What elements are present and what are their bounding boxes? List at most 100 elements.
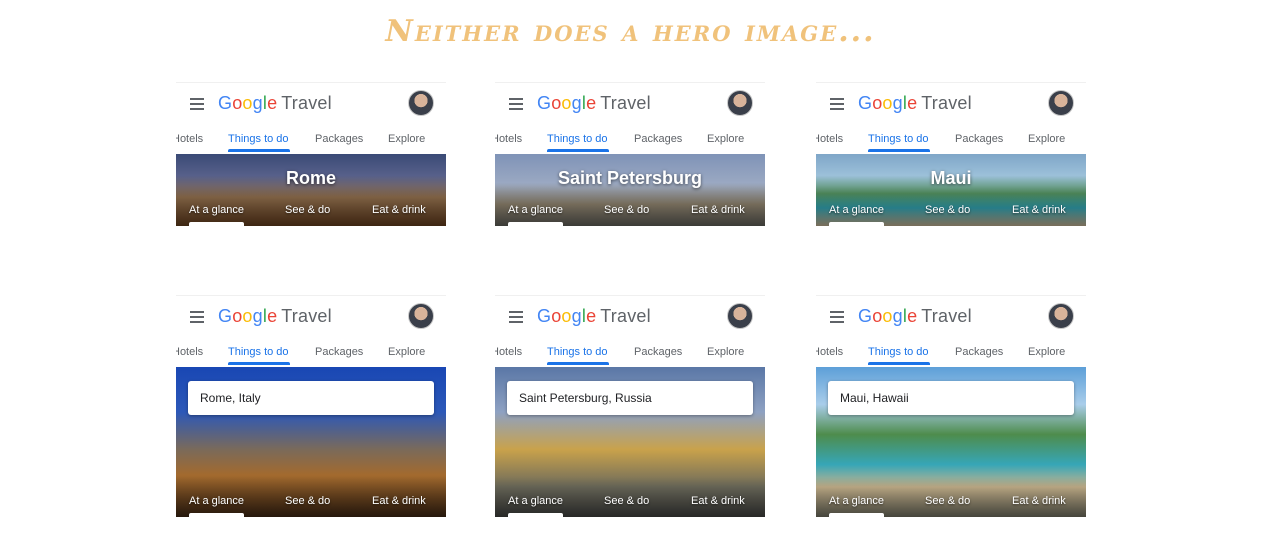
destination-subnav: At a glance See & do Eat & drink xyxy=(495,493,765,517)
tab-things-to-do[interactable]: Things to do xyxy=(228,133,289,145)
tab-packages[interactable]: Packages xyxy=(955,133,1003,145)
slide-headline: Neither does a hero image... xyxy=(385,14,876,49)
google-travel-logo: Google Travel xyxy=(858,306,972,326)
tab-hotels[interactable]: Hotels xyxy=(495,133,522,145)
hero-image: Rome, Italy At a glance See & do Eat & d… xyxy=(176,367,446,517)
tab-things-to-do[interactable]: Things to do xyxy=(868,133,929,145)
user-avatar[interactable] xyxy=(1048,303,1074,329)
tab-explore[interactable]: Explore xyxy=(707,133,744,145)
destination-title: Rome xyxy=(285,168,336,188)
active-tab-indicator xyxy=(547,149,609,152)
tab-bar: Hotels Things to do Packages Explore xyxy=(176,130,446,154)
destination-search-input[interactable]: Maui, Hawaii xyxy=(828,381,1074,415)
hamburger-menu-icon[interactable] xyxy=(830,98,844,110)
subnav-at-a-glance[interactable]: At a glance xyxy=(189,204,244,216)
hero-image: Maui At a glance See & do Eat & drink xyxy=(816,154,1086,226)
tab-things-to-do[interactable]: Things to do xyxy=(547,346,608,358)
subnav-active-indicator xyxy=(829,513,884,517)
google-travel-logo: Google Travel xyxy=(537,306,651,326)
subnav-at-a-glance[interactable]: At a glance xyxy=(508,204,563,216)
travel-card-rome-title: GoogleTravel Hotels Things to do Package… xyxy=(176,82,446,250)
user-avatar[interactable] xyxy=(1048,90,1074,116)
hamburger-menu-icon[interactable] xyxy=(190,311,204,323)
tab-packages[interactable]: Packages xyxy=(634,133,682,145)
hamburger-menu-icon[interactable] xyxy=(830,311,844,323)
tab-bar: Hotels Things to do Packages Explore xyxy=(816,343,1086,367)
tab-packages[interactable]: Packages xyxy=(955,346,1003,358)
app-header: Google Travel xyxy=(495,82,765,131)
tab-hotels[interactable]: Hotels xyxy=(816,346,843,358)
active-tab-indicator xyxy=(228,149,290,152)
destination-subnav: At a glance See & do Eat & drink xyxy=(816,493,1086,517)
subnav-at-a-glance[interactable]: At a glance xyxy=(829,204,884,216)
tab-packages[interactable]: Packages xyxy=(315,133,363,145)
subnav-active-indicator xyxy=(189,513,244,517)
tab-explore[interactable]: Explore xyxy=(707,346,744,358)
user-avatar[interactable] xyxy=(408,303,434,329)
destination-subnav: At a glance See & do Eat & drink xyxy=(176,493,446,517)
subnav-at-a-glance[interactable]: At a glance xyxy=(508,495,563,507)
subnav-active-indicator xyxy=(508,513,563,517)
tab-hotels[interactable]: Hotels xyxy=(176,133,203,145)
subnav-eat-and-drink[interactable]: Eat & drink xyxy=(1012,495,1066,507)
app-header: Google Travel xyxy=(176,82,446,131)
google-travel-logo: Google Travel xyxy=(218,93,332,113)
subnav-eat-and-drink[interactable]: Eat & drink xyxy=(1012,204,1066,216)
hamburger-menu-icon[interactable] xyxy=(190,98,204,110)
subnav-see-and-do[interactable]: See & do xyxy=(925,495,970,507)
user-avatar[interactable] xyxy=(727,90,753,116)
subnav-eat-and-drink[interactable]: Eat & drink xyxy=(691,495,745,507)
app-header: Google Travel xyxy=(495,295,765,344)
google-travel-logo: Google Travel xyxy=(537,93,651,113)
tab-bar: Hotels Things to do Packages Explore xyxy=(495,343,765,367)
user-avatar[interactable] xyxy=(408,90,434,116)
travel-card-rome-search: GoogleTravel Hotels Things to do Package… xyxy=(176,295,446,525)
active-tab-indicator xyxy=(868,149,930,152)
google-travel-logo: Google Travel xyxy=(218,306,332,326)
active-tab-indicator xyxy=(228,362,290,365)
tab-explore[interactable]: Explore xyxy=(1028,133,1065,145)
subnav-eat-and-drink[interactable]: Eat & drink xyxy=(372,495,426,507)
subnav-see-and-do[interactable]: See & do xyxy=(285,204,330,216)
google-travel-logo: Google Travel xyxy=(858,93,972,113)
tab-packages[interactable]: Packages xyxy=(315,346,363,358)
travel-card-maui-title: GoogleTravel Hotels Things to do Package… xyxy=(816,82,1086,250)
subnav-see-and-do[interactable]: See & do xyxy=(604,204,649,216)
destination-search-input[interactable]: Rome, Italy xyxy=(188,381,434,415)
tab-explore[interactable]: Explore xyxy=(388,133,425,145)
subnav-see-and-do[interactable]: See & do xyxy=(285,495,330,507)
subnav-see-and-do[interactable]: See & do xyxy=(925,204,970,216)
travel-card-saint-petersburg-title: GoogleTravel Hotels Things to do Package… xyxy=(495,82,765,250)
tab-bar: Hotels Things to do Packages Explore xyxy=(495,130,765,154)
destination-subnav: At a glance See & do Eat & drink xyxy=(495,202,765,226)
tab-hotels[interactable]: Hotels xyxy=(176,346,203,358)
subnav-at-a-glance[interactable]: At a glance xyxy=(189,495,244,507)
hamburger-menu-icon[interactable] xyxy=(509,311,523,323)
travel-card-maui-search: GoogleTravel Hotels Things to do Package… xyxy=(816,295,1086,525)
tab-bar: Hotels Things to do Packages Explore xyxy=(176,343,446,367)
subnav-active-indicator xyxy=(189,222,244,226)
tab-things-to-do[interactable]: Things to do xyxy=(547,133,608,145)
subnav-see-and-do[interactable]: See & do xyxy=(604,495,649,507)
tab-hotels[interactable]: Hotels xyxy=(816,133,843,145)
subnav-eat-and-drink[interactable]: Eat & drink xyxy=(691,204,745,216)
subnav-at-a-glance[interactable]: At a glance xyxy=(829,495,884,507)
hamburger-menu-icon[interactable] xyxy=(509,98,523,110)
destination-title: Saint Petersburg xyxy=(557,168,703,188)
tab-packages[interactable]: Packages xyxy=(634,346,682,358)
hero-image: Saint Petersburg At a glance See & do Ea… xyxy=(495,154,765,226)
subnav-active-indicator xyxy=(829,222,884,226)
tab-hotels[interactable]: Hotels xyxy=(495,346,522,358)
tab-things-to-do[interactable]: Things to do xyxy=(228,346,289,358)
destination-search-input[interactable]: Saint Petersburg, Russia xyxy=(507,381,753,415)
active-tab-indicator xyxy=(868,362,930,365)
hero-image: Saint Petersburg, Russia At a glance See… xyxy=(495,367,765,517)
app-header: Google Travel xyxy=(816,295,1086,344)
destination-subnav: At a glance See & do Eat & drink xyxy=(816,202,1086,226)
tab-things-to-do[interactable]: Things to do xyxy=(868,346,929,358)
travel-card-saint-petersburg-search: GoogleTravel Hotels Things to do Package… xyxy=(495,295,765,525)
tab-explore[interactable]: Explore xyxy=(1028,346,1065,358)
user-avatar[interactable] xyxy=(727,303,753,329)
subnav-eat-and-drink[interactable]: Eat & drink xyxy=(372,204,426,216)
tab-explore[interactable]: Explore xyxy=(388,346,425,358)
